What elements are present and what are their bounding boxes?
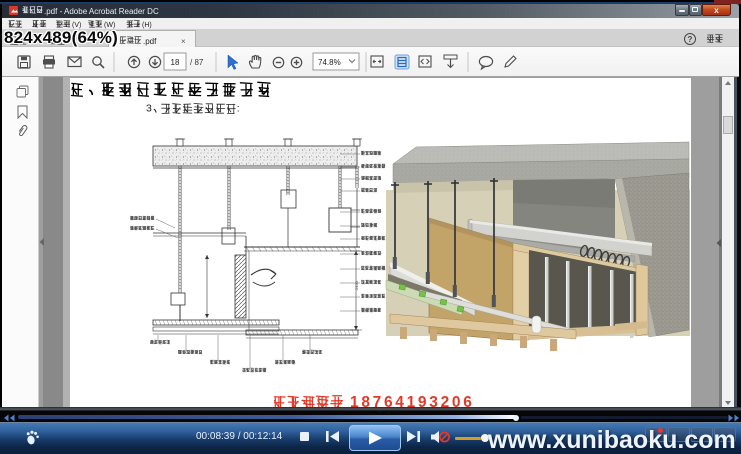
svg-text:18: 18 [171, 58, 180, 67]
svg-text::: : [237, 103, 240, 115]
svg-text:3: 3 [146, 103, 152, 115]
svg-text:2450: 2450 [354, 280, 359, 290]
svg-text:74.8%: 74.8% [318, 58, 341, 67]
svg-text:/ 87: / 87 [190, 58, 204, 67]
svg-text:18764193206: 18764193206 [350, 394, 475, 408]
